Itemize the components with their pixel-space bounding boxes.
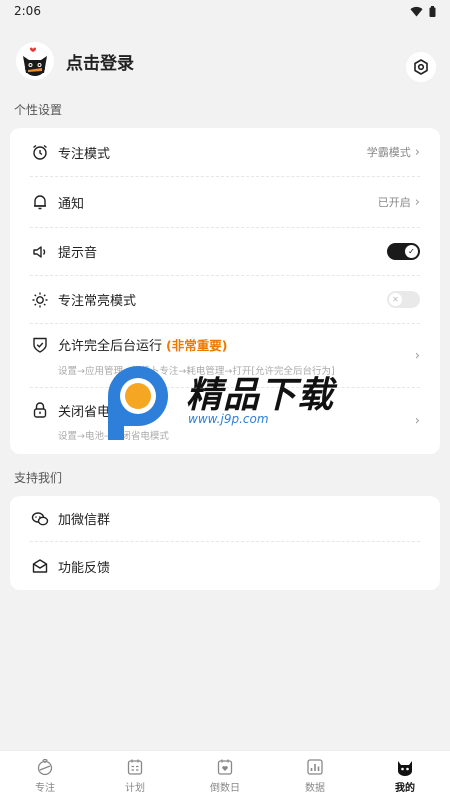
background-run-title-line: 允许完全后台运行 (非常重要)	[30, 335, 227, 355]
notification-row[interactable]: 通知 已开启 ›	[30, 177, 420, 228]
personal-settings-card: 专注模式 学霸模式 › 通知 已开启 › 提示音 ✓ 专注常亮模式 ✕ 允许完全…	[10, 128, 440, 454]
background-run-label: 允许完全后台运行	[58, 339, 163, 354]
status-icons	[410, 5, 436, 17]
data-icon	[305, 757, 325, 777]
sound-row: 提示音 ✓	[30, 228, 420, 276]
tab-mine[interactable]: 我的	[360, 751, 450, 800]
power-saving-row[interactable]: 关闭省电模式 设置→电池→关闭省电模式 ›	[30, 388, 420, 454]
countdown-icon	[215, 757, 235, 777]
mail-icon	[30, 556, 50, 576]
sound-toggle-group: ✓	[387, 243, 420, 260]
tab-plan[interactable]: 计划	[90, 751, 180, 800]
notification-label: 通知	[58, 196, 85, 212]
sun-icon	[30, 290, 50, 310]
check-icon: ✓	[405, 245, 418, 258]
speaker-icon	[30, 242, 50, 262]
tab-data[interactable]: 数据	[270, 751, 360, 800]
gear-icon	[414, 59, 428, 75]
screen-on-label: 专注常亮模式	[58, 294, 137, 309]
tab-focus[interactable]: 专注	[0, 751, 90, 800]
settings-button[interactable]	[406, 52, 436, 82]
power-saving-subtitle: 设置→电池→关闭省电模式	[58, 431, 169, 442]
tab-label: 专注	[35, 783, 55, 794]
wifi-icon	[410, 6, 423, 17]
x-icon: ✕	[389, 293, 402, 306]
tab-label: 我的	[395, 783, 415, 794]
avatar[interactable]	[16, 42, 54, 80]
status-time: 2:06	[14, 4, 41, 18]
section-title-support: 支持我们	[14, 471, 63, 485]
cat-icon	[395, 757, 415, 777]
focus-mode-row[interactable]: 专注模式 学霸模式 ›	[30, 128, 420, 177]
sound-label: 提示音	[58, 246, 98, 261]
section-title-personal: 个性设置	[14, 103, 63, 117]
chevron-right-icon: ›	[414, 144, 420, 160]
feedback-row[interactable]: 功能反馈	[30, 542, 420, 590]
wechat-icon	[30, 509, 50, 529]
screen-on-toggle-group: ✕	[387, 291, 420, 308]
notification-value: 已开启	[377, 196, 411, 209]
bottom-tab-bar: 专注 计划 倒数日 数据 我的	[0, 750, 450, 800]
sound-toggle[interactable]: ✓	[387, 243, 420, 260]
feedback-label: 功能反馈	[58, 560, 111, 576]
screen-on-row: 专注常亮模式 ✕	[30, 276, 420, 324]
profile-header: 点击登录	[0, 22, 450, 100]
power-saving-title-line: 关闭省电模式	[30, 400, 136, 420]
notification-value-group: 已开启 ›	[378, 194, 420, 210]
background-run-subtitle: 设置→应用管理→胡萝卜专注→耗电管理→打开[允许完全后台行为]	[58, 365, 335, 377]
login-link[interactable]: 点击登录	[66, 49, 134, 74]
plan-icon	[125, 757, 145, 777]
chevron-right-icon: ›	[414, 348, 420, 363]
tab-label: 数据	[305, 783, 325, 794]
support-card: 加微信群 功能反馈	[10, 496, 440, 590]
tab-label: 计划	[125, 783, 145, 794]
important-note: (非常重要)	[166, 338, 228, 353]
focus-icon	[35, 757, 55, 777]
lock-icon	[30, 400, 50, 420]
wechat-group-label: 加微信群	[58, 513, 111, 528]
alarm-clock-icon	[30, 142, 50, 162]
status-bar: 2:06	[0, 0, 450, 22]
chevron-right-icon: ›	[414, 413, 420, 429]
tab-countdown[interactable]: 倒数日	[180, 751, 270, 800]
power-saving-label: 关闭省电模式	[58, 404, 137, 420]
focus-mode-value-group: 学霸模式 ›	[367, 144, 420, 160]
background-run-row[interactable]: 允许完全后台运行 (非常重要) 设置→应用管理→胡萝卜专注→耗电管理→打开[允许…	[30, 324, 420, 388]
chevron-right-icon: ›	[414, 194, 420, 210]
tab-label: 倒数日	[210, 783, 240, 794]
focus-mode-label: 专注模式	[58, 146, 111, 162]
battery-icon	[429, 5, 436, 17]
cat-avatar-icon	[23, 47, 47, 76]
screen-on-toggle[interactable]: ✕	[387, 291, 420, 308]
bell-icon	[30, 192, 50, 212]
wechat-group-row[interactable]: 加微信群	[30, 496, 420, 542]
focus-mode-value: 学霸模式	[366, 146, 411, 159]
shield-check-icon	[30, 335, 50, 355]
